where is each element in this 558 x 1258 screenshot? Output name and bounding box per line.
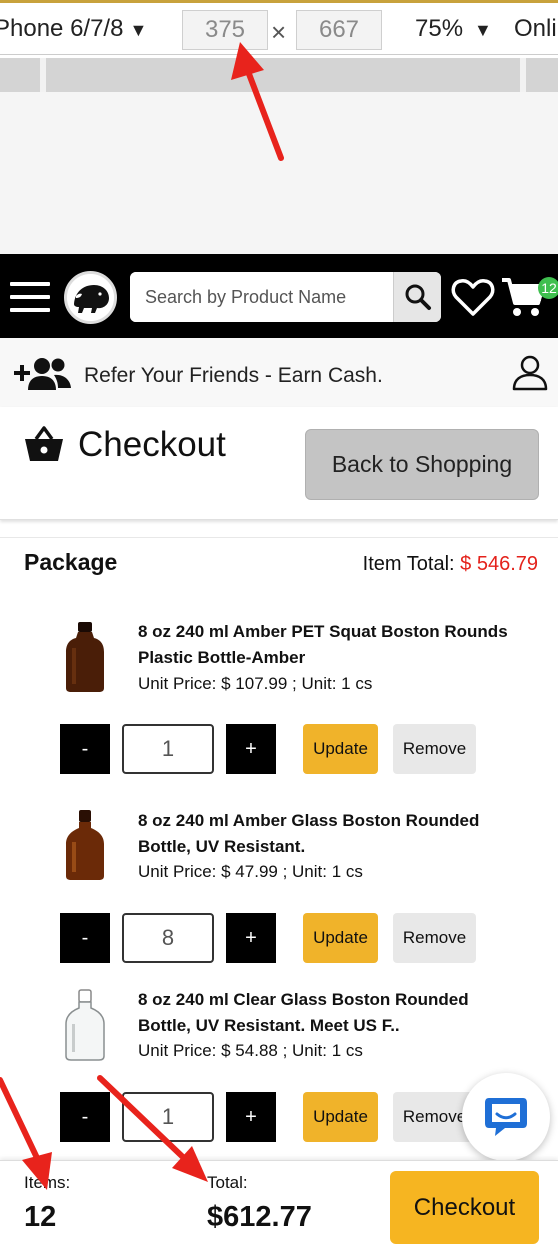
ruler-segment[interactable] [46, 58, 520, 92]
viewport-empty-area [0, 92, 558, 254]
live-chat-button[interactable] [462, 1073, 550, 1161]
decrease-quantity-button[interactable]: - [60, 1092, 110, 1142]
devtools-toolbar: Phone 6/7/8 ▼ 375 × 667 75% ▼ Onli [0, 0, 558, 55]
item-total-label: Item Total: [362, 553, 455, 575]
increase-quantity-button[interactable]: + [226, 724, 276, 774]
increase-quantity-button[interactable]: + [226, 913, 276, 963]
remove-button[interactable]: Remove [393, 724, 476, 774]
update-button[interactable]: Update [303, 913, 378, 963]
refer-text[interactable]: Refer Your Friends - Earn Cash. [84, 364, 383, 388]
viewport-width-field[interactable]: 375 [182, 10, 268, 50]
product-name[interactable]: 8 oz 240 ml Clear Glass Boston Rounded B… [138, 987, 508, 1039]
items-count: 12 [24, 1201, 57, 1233]
order-total: $612.77 [207, 1201, 312, 1233]
increase-quantity-button[interactable]: + [226, 1092, 276, 1142]
total-label: Total: [207, 1173, 248, 1192]
quantity-input[interactable] [122, 1092, 214, 1142]
device-dropdown-caret-icon: ▼ [129, 20, 148, 40]
search-button[interactable] [393, 272, 441, 322]
checkout-button[interactable]: Checkout [390, 1171, 539, 1244]
wishlist-heart-icon[interactable] [450, 274, 496, 320]
back-to-shopping-button[interactable]: Back to Shopping [305, 429, 539, 500]
remove-button[interactable]: Remove [393, 913, 476, 963]
dimension-times-icon: × [271, 17, 287, 47]
hamburger-menu-icon[interactable] [10, 282, 50, 312]
ruler-segment[interactable] [526, 58, 558, 92]
product-image-amber-glass-bottle [66, 810, 104, 880]
update-button[interactable]: Update [303, 1092, 378, 1142]
page-title: Checkout [78, 425, 226, 464]
shopping-basket-icon [25, 426, 63, 461]
cart-count-badge: 12 [538, 277, 558, 299]
media-query-ruler [0, 58, 558, 92]
items-label: Items: [24, 1173, 71, 1192]
decrease-quantity-button[interactable]: - [60, 913, 110, 963]
decrease-quantity-button[interactable]: - [60, 724, 110, 774]
site-header [0, 254, 558, 338]
product-name[interactable]: 8 oz 240 ml Amber Glass Boston Rounded B… [138, 808, 508, 860]
viewport-height-field[interactable]: 667 [296, 10, 382, 50]
ruler-segment[interactable] [0, 58, 40, 92]
quantity-input[interactable] [122, 913, 214, 963]
product-image-amber-plastic-bottle [66, 622, 104, 692]
update-button[interactable]: Update [303, 724, 378, 774]
zoom-level: 75% [415, 15, 464, 42]
chat-bubble-icon [485, 1098, 527, 1136]
product-name[interactable]: 8 oz 240 ml Amber PET Squat Boston Round… [138, 619, 508, 671]
quantity-input[interactable] [122, 724, 214, 774]
product-unit-price: Unit Price: $ 54.88 ; Unit: 1 cs [138, 1041, 363, 1060]
product-unit-price: Unit Price: $ 107.99 ; Unit: 1 cs [138, 674, 373, 693]
user-account-icon[interactable] [512, 355, 548, 391]
add-friends-icon [14, 358, 71, 390]
zoom-selector[interactable]: 75% ▼ [415, 15, 492, 43]
item-total-value: $ 546.79 [460, 553, 538, 575]
zoom-dropdown-caret-icon: ▼ [469, 20, 492, 40]
device-selector[interactable]: Phone 6/7/8 ▼ [0, 15, 147, 43]
package-title: Package [24, 549, 118, 575]
network-throttle-selector[interactable]: Onli [514, 15, 557, 43]
store-logo[interactable] [64, 271, 117, 324]
search-icon [405, 284, 431, 310]
search-box [130, 272, 441, 322]
search-input[interactable] [130, 272, 392, 322]
app-root: Phone 6/7/8 ▼ 375 × 667 75% ▼ Onli Searc… [0, 0, 558, 1258]
item-total: Item Total: $ 546.79 [363, 553, 538, 576]
product-unit-price: Unit Price: $ 47.99 ; Unit: 1 cs [138, 862, 363, 881]
device-name: Phone 6/7/8 [0, 15, 124, 42]
product-image-clear-glass-bottle [65, 989, 105, 1061]
bison-logo-icon [67, 274, 114, 321]
